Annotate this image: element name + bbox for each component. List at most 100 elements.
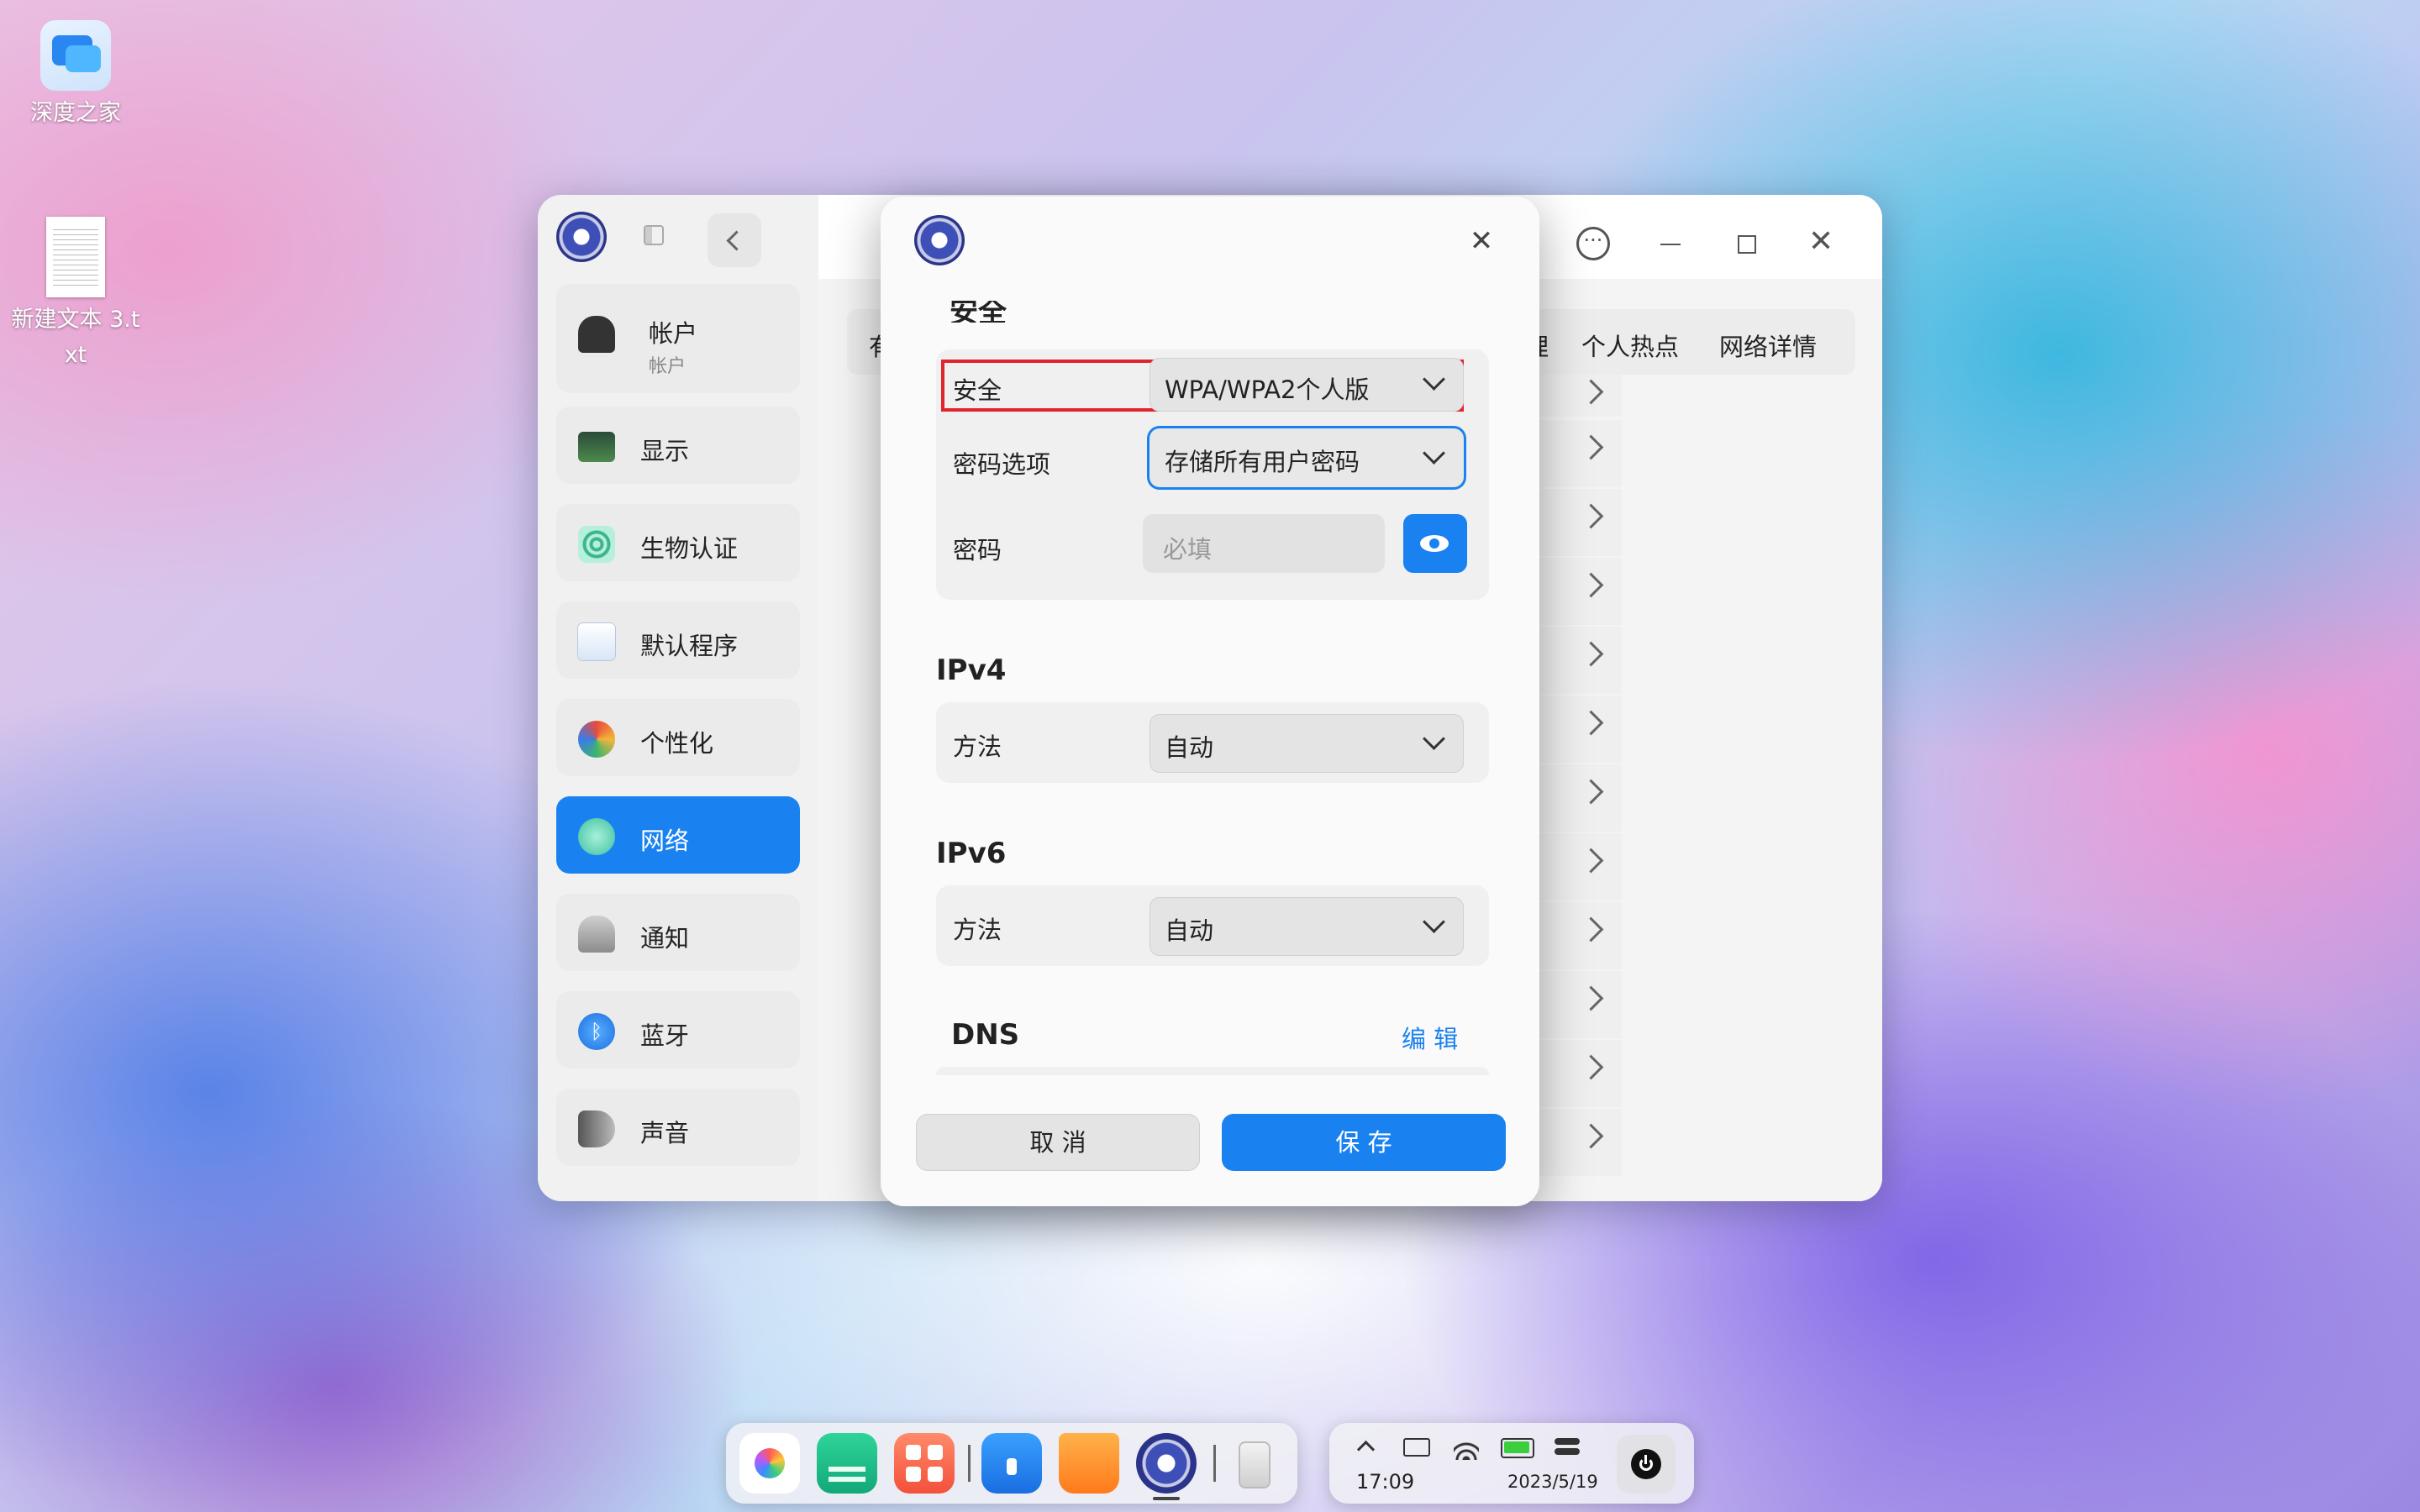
ipv4-group: 方法 自动 <box>936 702 1489 783</box>
sidebar-item-label: 蓝牙 <box>640 1021 690 1050</box>
sidebar-item-label: 默认程序 <box>640 632 739 660</box>
chevron-right-icon <box>1578 379 1604 405</box>
show-password-button[interactable] <box>1403 514 1467 573</box>
launcher-icon[interactable] <box>739 1433 800 1494</box>
close-window-button[interactable]: ✕ <box>1798 220 1845 267</box>
password-option-label: 密码选项 <box>953 450 1051 479</box>
security-section-title: 安全 <box>950 301 1007 323</box>
desktop-icon-deepin-home[interactable]: 深度之家 <box>8 20 143 131</box>
sidebar-toggle-icon[interactable] <box>644 225 664 245</box>
menu-button[interactable]: ··· <box>1570 220 1617 267</box>
document-viewer-icon[interactable] <box>981 1433 1042 1494</box>
chevron-right-icon <box>1578 848 1604 874</box>
sidebar-item-display[interactable]: 显示 <box>556 407 800 484</box>
sidebar-item-label: 个性化 <box>640 729 714 758</box>
desktop-icon-label: 深度之家 <box>30 100 121 126</box>
password-input[interactable]: 必填 <box>1143 514 1385 573</box>
sidebar: 帐户 帐户 显示 生物认证 默认程序 个性化 网络 通知 ᛒ 蓝牙 声音 <box>538 195 818 1201</box>
minimize-icon <box>1660 244 1681 245</box>
fingerprint-icon <box>578 526 615 563</box>
password-option-select[interactable]: 存储所有用户密码 <box>1150 428 1464 487</box>
ipv4-method-value: 自动 <box>1165 733 1214 762</box>
ipv4-method-select[interactable]: 自动 <box>1150 714 1464 773</box>
chevron-down-icon <box>1423 911 1445 933</box>
sidebar-item-account[interactable]: 帐户 帐户 <box>556 284 800 393</box>
sidebar-item-notifications[interactable]: 通知 <box>556 894 800 971</box>
battery-icon[interactable] <box>1501 1438 1534 1458</box>
back-button[interactable] <box>708 213 761 267</box>
tab-network-details[interactable]: 网络详情 <box>1719 328 1817 363</box>
minimize-button[interactable] <box>1647 220 1694 267</box>
more-options-icon: ··· <box>1576 227 1610 260</box>
quick-settings-icon[interactable] <box>1555 1435 1580 1458</box>
sidebar-item-network[interactable]: 网络 <box>556 796 800 874</box>
ipv6-method-select[interactable]: 自动 <box>1150 897 1464 956</box>
display-icon <box>578 432 615 462</box>
security-group: 安全 WPA/WPA2个人版 密码选项 存储所有用户密码 密码 必填 <box>936 349 1489 600</box>
sidebar-item-label: 帐户 <box>649 319 698 348</box>
maximize-button[interactable] <box>1723 220 1770 267</box>
wifi-icon[interactable] <box>1454 1435 1479 1460</box>
dialog-close-button[interactable]: ✕ <box>1460 220 1502 262</box>
sidebar-item-sound[interactable]: 声音 <box>556 1089 800 1166</box>
control-center-dock-icon[interactable] <box>1136 1433 1197 1494</box>
deepin-home-icon <box>40 20 111 91</box>
security-select[interactable]: WPA/WPA2个人版 <box>1150 358 1464 412</box>
close-icon: ✕ <box>1469 224 1494 258</box>
maximize-icon <box>1738 235 1756 254</box>
dns-edit-link[interactable]: 编 辑 <box>1402 1020 1458 1055</box>
sidebar-item-label: 声音 <box>640 1119 690 1147</box>
wifi-edit-dialog: ✕ 安全 安全 WPA/WPA2个人版 密码选项 存储所有用户密码 密码 必填 … <box>881 197 1539 1206</box>
ipv4-method-label: 方法 <box>953 732 1002 761</box>
ipv4-section-title: IPv4 <box>936 654 1007 687</box>
power-button[interactable] <box>1617 1435 1676 1494</box>
sidebar-item-personalization[interactable]: 个性化 <box>556 699 800 776</box>
dns-group <box>936 1067 1489 1075</box>
sidebar-item-bluetooth[interactable]: ᛒ 蓝牙 <box>556 991 800 1068</box>
dialog-logo-icon <box>914 215 965 265</box>
active-app-indicator <box>1153 1497 1180 1500</box>
chevron-right-icon <box>1578 434 1604 460</box>
tab-personal-hotspot[interactable]: 个人热点 <box>1581 328 1679 363</box>
trash-icon[interactable] <box>1223 1433 1284 1494</box>
control-center-logo-icon <box>556 212 607 262</box>
sidebar-item-biometric[interactable]: 生物认证 <box>556 504 800 581</box>
eye-icon <box>1420 535 1449 552</box>
ipv6-section-title: IPv6 <box>936 837 1007 870</box>
default-apps-icon <box>578 623 615 660</box>
chevron-down-icon <box>1423 368 1445 391</box>
bluetooth-icon: ᛒ <box>578 1013 615 1050</box>
palette-icon <box>578 721 615 758</box>
file-manager-icon[interactable] <box>817 1433 877 1494</box>
sidebar-item-default-apps[interactable]: 默认程序 <box>556 601 800 679</box>
bell-icon <box>578 916 615 953</box>
chevron-right-icon <box>1578 779 1604 805</box>
keyboard-icon[interactable] <box>1403 1438 1430 1457</box>
ipv6-method-value: 自动 <box>1165 916 1214 945</box>
system-tray: 17:09 2023/5/19 <box>1329 1423 1694 1504</box>
cancel-button[interactable]: 取 消 <box>916 1114 1200 1171</box>
chevron-right-icon <box>1578 1054 1604 1080</box>
chevron-right-icon <box>1578 916 1604 942</box>
app-store-icon[interactable] <box>894 1433 955 1494</box>
tray-expand-icon[interactable] <box>1356 1440 1376 1459</box>
account-avatar-icon <box>578 316 615 353</box>
clock-date[interactable]: 2023/5/19 <box>1507 1472 1598 1492</box>
desktop-icon-text-file[interactable]: 新建文本 3.txt <box>8 217 143 373</box>
clock-time[interactable]: 17:09 <box>1356 1470 1414 1494</box>
chevron-down-icon <box>1423 442 1445 465</box>
text-file-icon <box>46 217 105 297</box>
sidebar-item-label: 生物认证 <box>640 534 739 563</box>
dock <box>726 1423 1297 1504</box>
chevron-down-icon <box>1423 727 1445 750</box>
password-option-value: 存储所有用户密码 <box>1165 448 1360 476</box>
dock-divider <box>1213 1445 1216 1482</box>
save-button[interactable]: 保 存 <box>1222 1114 1506 1171</box>
dns-section-title: DNS <box>951 1018 1020 1052</box>
security-label: 安全 <box>953 376 1002 405</box>
chevron-right-icon <box>1578 1123 1604 1149</box>
shopping-bag-icon[interactable] <box>1059 1433 1119 1494</box>
chevron-right-icon <box>1578 641 1604 667</box>
ipv6-group: 方法 自动 <box>936 885 1489 966</box>
power-icon <box>1631 1449 1661 1479</box>
